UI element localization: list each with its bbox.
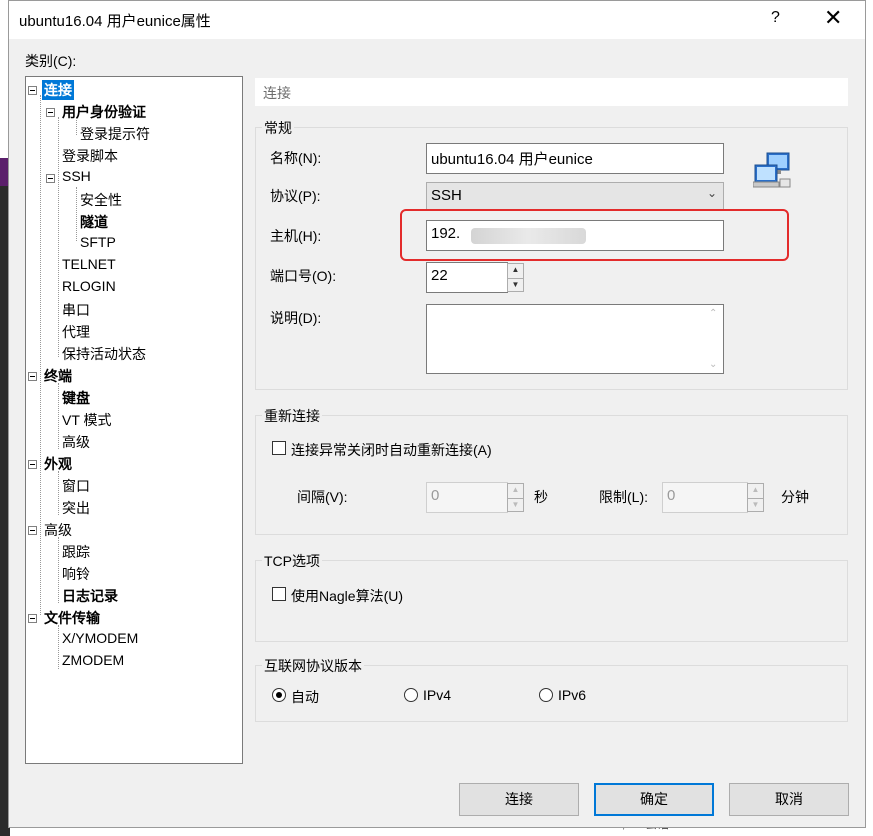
limit-label: 限制(L): (599, 489, 648, 505)
minutes-unit: 分钟 (781, 489, 809, 505)
interval-input[interactable]: 0 (426, 482, 508, 513)
cancel-button[interactable]: 取消 (729, 783, 849, 816)
connect-button[interactable]: 连接 (459, 783, 579, 816)
protocol-select[interactable]: SSH ⌄ (426, 182, 724, 210)
tree-item-sftp[interactable]: SFTP (80, 234, 116, 250)
expander-advanced[interactable] (28, 526, 37, 535)
ipv4-label[interactable]: IPv4 (423, 687, 451, 703)
expander-appearance[interactable] (28, 460, 37, 469)
spin-down-icon[interactable]: ▼ (508, 497, 523, 512)
category-tree[interactable]: 连接 用户身份验证 登录提示符 登录脚本 SSH 安全性 隧道 SFTP TEL… (25, 76, 243, 764)
window-title: ubuntu16.04 用户eunice属性 (19, 13, 211, 30)
ok-button[interactable]: 确定 (594, 783, 714, 816)
auto-reconnect-label[interactable]: 连接异常关闭时自动重新连接(A) (291, 440, 492, 460)
name-label: 名称(N): (270, 150, 322, 166)
network-computer-icon (752, 151, 795, 191)
reconnect-group: 重新连接 (255, 406, 848, 535)
spin-up-icon[interactable]: ▲ (508, 264, 523, 278)
tree-item-vt-mode[interactable]: VT 模式 (62, 410, 112, 430)
ip-auto-label[interactable]: 自动 (291, 687, 319, 707)
tree-item-tunnel[interactable]: 隧道 (80, 212, 108, 232)
tree-item-terminal-advanced[interactable]: 高级 (62, 432, 90, 452)
port-spinner[interactable]: ▲ ▼ (507, 263, 524, 292)
tree-item-zmodem[interactable]: ZMODEM (62, 652, 124, 668)
limit-spinner[interactable]: ▲ ▼ (747, 483, 764, 512)
spin-down-icon[interactable]: ▼ (508, 277, 523, 292)
tree-item-logging[interactable]: 日志记录 (62, 586, 118, 606)
tree-item-terminal[interactable]: 终端 (44, 366, 72, 386)
host-highlight-annotation (400, 209, 789, 261)
expander-authentication[interactable] (46, 108, 55, 117)
close-button[interactable]: ✕ (824, 5, 842, 31)
spin-up-icon[interactable]: ▲ (748, 484, 763, 498)
protocol-label: 协议(P): (270, 188, 321, 204)
tree-item-highlight[interactable]: 突出 (62, 498, 90, 518)
protocol-value: SSH (431, 187, 462, 204)
help-button[interactable]: ? (771, 9, 780, 27)
tree-item-appearance[interactable]: 外观 (44, 454, 72, 474)
tree-item-bell[interactable]: 响铃 (62, 564, 90, 584)
spin-up-icon[interactable]: ▲ (508, 484, 523, 498)
category-label: 类别(C): (25, 53, 77, 69)
expander-ssh[interactable] (46, 174, 55, 183)
tree-item-security[interactable]: 安全性 (80, 190, 122, 210)
tcp-options-title: TCP选项 (262, 551, 322, 571)
ipv6-radio[interactable] (539, 688, 553, 702)
section-title: 连接 (263, 85, 291, 101)
tree-item-xymodem[interactable]: X/YMODEM (62, 630, 138, 646)
seconds-unit: 秒 (534, 489, 548, 505)
tree-item-window[interactable]: 窗口 (62, 476, 90, 496)
title-bar: ubuntu16.04 用户eunice属性 ? ✕ (9, 1, 865, 39)
scroll-down-icon[interactable]: ⌄ (709, 359, 717, 370)
reconnect-group-title: 重新连接 (262, 406, 322, 426)
description-scrollbar[interactable]: ⌃ ⌄ (706, 306, 722, 372)
section-header: 连接 (255, 78, 848, 106)
tree-item-keepalive[interactable]: 保持活动状态 (62, 344, 146, 364)
tree-item-file-transfer[interactable]: 文件传输 (44, 608, 100, 628)
nagle-label[interactable]: 使用Nagle算法(U) (291, 586, 403, 606)
tree-item-serial[interactable]: 串口 (62, 300, 90, 320)
tree-item-login-prompt[interactable]: 登录提示符 (80, 124, 150, 144)
description-label: 说明(D): (270, 310, 322, 326)
tree-item-ssh[interactable]: SSH (62, 168, 91, 184)
tree-item-connection[interactable]: 连接 (42, 80, 74, 100)
ipv6-label[interactable]: IPv6 (558, 687, 586, 703)
tree-item-trace[interactable]: 跟踪 (62, 542, 90, 562)
ip-version-title: 互联网协议版本 (262, 656, 364, 676)
tree-item-advanced[interactable]: 高级 (44, 520, 72, 540)
expander-connection[interactable] (28, 86, 37, 95)
auto-reconnect-checkbox[interactable] (272, 441, 286, 455)
tree-item-keyboard[interactable]: 键盘 (62, 388, 90, 408)
tree-item-authentication[interactable]: 用户身份验证 (62, 102, 146, 122)
tree-item-telnet[interactable]: TELNET (62, 256, 116, 272)
session-properties-dialog: ubuntu16.04 用户eunice属性 ? ✕ 类别(C): 连接 用户身… (8, 0, 866, 828)
expander-terminal[interactable] (28, 372, 37, 381)
general-group-title: 常规 (262, 118, 294, 138)
port-label: 端口号(O): (270, 268, 337, 284)
scroll-up-icon[interactable]: ⌃ (709, 308, 717, 319)
ipv4-radio[interactable] (404, 688, 418, 702)
interval-label: 间隔(V): (297, 489, 348, 505)
interval-spinner[interactable]: ▲ ▼ (507, 483, 524, 512)
nagle-checkbox[interactable] (272, 587, 286, 601)
limit-input[interactable]: 0 (662, 482, 748, 513)
spin-down-icon[interactable]: ▼ (748, 497, 763, 512)
host-label: 主机(H): (270, 228, 322, 244)
name-input[interactable]: ubuntu16.04 用户eunice (426, 143, 724, 174)
ip-auto-radio[interactable] (272, 688, 286, 702)
description-textarea[interactable] (426, 304, 724, 374)
expander-file-transfer[interactable] (28, 614, 37, 623)
tree-item-proxy[interactable]: 代理 (62, 322, 90, 342)
tree-item-rlogin[interactable]: RLOGIN (62, 278, 116, 294)
port-input[interactable]: 22 (426, 262, 508, 293)
tree-item-login-script[interactable]: 登录脚本 (62, 146, 118, 166)
chevron-down-icon: ⌄ (706, 186, 717, 200)
